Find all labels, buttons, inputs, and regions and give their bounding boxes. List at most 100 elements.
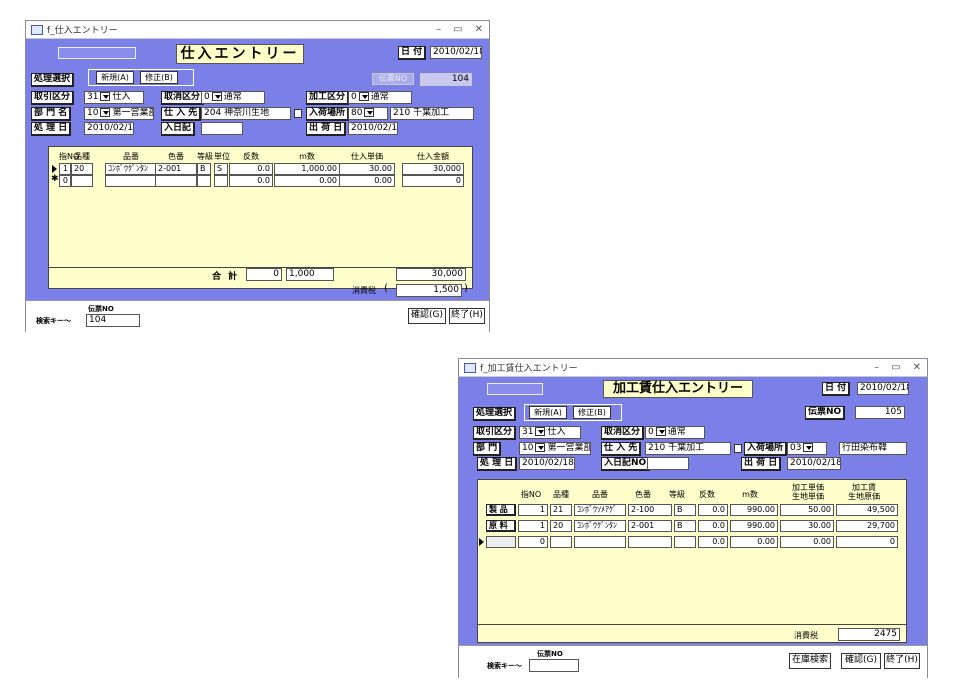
table-cell[interactable] bbox=[674, 536, 696, 548]
new-button[interactable]: 新規(A) bbox=[96, 71, 134, 84]
shiiresaki-field[interactable]: 204 神奈川生地 bbox=[201, 107, 291, 120]
table-cell[interactable]: 2-100 bbox=[628, 504, 672, 516]
table-cell[interactable]: ｺﾝﾎﾞｳｸﾞﾝﾀﾝ bbox=[105, 163, 157, 175]
shori-field[interactable]: 2010/02/18 bbox=[84, 122, 134, 135]
confirm-button[interactable]: 確認(G) bbox=[408, 308, 446, 324]
table-cell[interactable]: 21 bbox=[550, 504, 572, 516]
date-field[interactable]: 2010/02/18 bbox=[430, 46, 482, 59]
table-cell[interactable]: ｺﾝﾎﾞｳｸﾞﾝﾀﾝ bbox=[574, 520, 626, 532]
row-selector-icon[interactable] bbox=[52, 165, 57, 173]
table-cell[interactable]: 0.0 bbox=[229, 163, 273, 175]
table-cell[interactable]: 0.00 bbox=[730, 536, 778, 548]
close-icon[interactable]: ✕ bbox=[475, 24, 483, 35]
table-cell[interactable]: 30,000 bbox=[402, 163, 464, 175]
table-cell[interactable]: 0.0 bbox=[229, 175, 273, 187]
kakou-field[interactable]: 0 通常 bbox=[348, 91, 412, 104]
torihiki-field[interactable]: 31 仕入 bbox=[84, 91, 144, 104]
dropdown-arrow-icon[interactable] bbox=[100, 108, 111, 117]
table-cell[interactable]: 990.00 bbox=[730, 504, 778, 516]
row-selector-icon[interactable] bbox=[479, 538, 484, 546]
table-cell[interactable]: 49,500 bbox=[836, 504, 898, 516]
dropdown-arrow-icon[interactable] bbox=[535, 443, 546, 452]
table-cell[interactable]: 1,000.00 bbox=[274, 163, 340, 175]
new-button[interactable]: 新規(A) bbox=[529, 406, 567, 419]
dropdown-arrow-icon[interactable] bbox=[535, 427, 546, 436]
blank-field bbox=[487, 383, 543, 395]
table-cell[interactable] bbox=[214, 175, 228, 187]
table-cell[interactable] bbox=[105, 175, 157, 187]
kakou-name: 通常 bbox=[370, 92, 389, 102]
table-cell[interactable]: 0.00 bbox=[339, 175, 395, 187]
maximize-icon[interactable]: ▭ bbox=[891, 362, 900, 373]
table-cell[interactable]: 0 bbox=[836, 536, 898, 548]
dropdown-arrow-icon[interactable] bbox=[364, 108, 375, 117]
table-cell[interactable] bbox=[155, 175, 197, 187]
table-cell[interactable]: 1 bbox=[518, 504, 548, 516]
table-cell[interactable]: B bbox=[197, 163, 211, 175]
dropdown-arrow-icon[interactable] bbox=[358, 92, 369, 101]
table-cell[interactable]: 20 bbox=[550, 520, 572, 532]
table-cell[interactable] bbox=[574, 536, 626, 548]
bumon-field[interactable]: 10 第一営業部 bbox=[84, 107, 154, 120]
maximize-icon[interactable]: ▭ bbox=[453, 24, 462, 35]
table-cell[interactable]: 0 bbox=[402, 175, 464, 187]
table-cell[interactable] bbox=[628, 536, 672, 548]
table-cell[interactable]: 50.00 bbox=[780, 504, 834, 516]
lookup-icon[interactable] bbox=[734, 444, 742, 453]
confirm-button[interactable]: 確認(G) bbox=[841, 653, 881, 669]
torikeshi-field[interactable]: 0 通常 bbox=[645, 426, 705, 439]
search-key-field[interactable] bbox=[529, 659, 579, 672]
dropdown-arrow-icon[interactable] bbox=[211, 92, 222, 101]
exit-button[interactable]: 終了(H) bbox=[449, 308, 485, 324]
table-cell[interactable]: 30.00 bbox=[339, 163, 395, 175]
minimize-icon[interactable]: – bbox=[436, 24, 441, 35]
table-cell[interactable]: B bbox=[674, 504, 696, 516]
table-cell[interactable]: 29,700 bbox=[836, 520, 898, 532]
edit-button[interactable]: 修正(B) bbox=[573, 406, 611, 419]
nyuuki-field[interactable] bbox=[201, 122, 243, 135]
table-cell[interactable]: 0.00 bbox=[274, 175, 340, 187]
nyuka-field[interactable]: 03 bbox=[787, 442, 827, 455]
table-cell[interactable]: 0.0 bbox=[698, 520, 728, 532]
search-key-field[interactable]: 104 bbox=[86, 314, 140, 327]
shukka-field[interactable]: 2010/02/18 bbox=[348, 122, 398, 135]
table-cell[interactable] bbox=[550, 536, 572, 548]
table-cell[interactable] bbox=[486, 536, 516, 548]
table-cell[interactable]: 1 bbox=[518, 520, 548, 532]
dropdown-arrow-icon[interactable] bbox=[100, 92, 111, 101]
edit-button[interactable]: 修正(B) bbox=[140, 71, 178, 84]
table-cell[interactable]: 0 bbox=[518, 536, 548, 548]
table-cell[interactable] bbox=[197, 175, 211, 187]
denpyo-no-button[interactable]: 伝票NO bbox=[372, 73, 414, 85]
torikeshi-field[interactable]: 0 通常 bbox=[201, 91, 265, 104]
bumon-field[interactable]: 10 第一営業部 bbox=[519, 442, 591, 455]
table-cell[interactable]: ｺﾝﾎﾞｳｿﾒｱｹﾞ bbox=[574, 504, 626, 516]
shori-field[interactable]: 2010/02/18 bbox=[519, 457, 575, 470]
table-cell[interactable]: 0.0 bbox=[698, 504, 728, 516]
nyuuki-field[interactable] bbox=[647, 457, 689, 470]
exit-button[interactable]: 終了(H) bbox=[884, 653, 920, 669]
dropdown-arrow-icon[interactable] bbox=[655, 427, 666, 436]
lookup-icon[interactable] bbox=[294, 109, 302, 118]
table-cell[interactable]: 0.0 bbox=[698, 536, 728, 548]
table-cell[interactable]: 1 bbox=[59, 163, 71, 175]
table-cell[interactable]: 30.00 bbox=[780, 520, 834, 532]
table-cell[interactable]: 2-001 bbox=[628, 520, 672, 532]
minimize-icon[interactable]: – bbox=[874, 362, 879, 373]
date-field[interactable]: 2010/02/18 bbox=[857, 382, 909, 395]
shukka-field[interactable]: 2010/02/18 bbox=[787, 457, 841, 470]
table-cell[interactable]: 990.00 bbox=[730, 520, 778, 532]
table-cell[interactable]: 20 bbox=[71, 163, 93, 175]
close-icon[interactable]: ✕ bbox=[913, 362, 921, 373]
shiiresaki-field[interactable]: 210 千葉加工 bbox=[645, 442, 731, 455]
table-cell[interactable]: 0 bbox=[59, 175, 71, 187]
torihiki-field[interactable]: 31 仕入 bbox=[519, 426, 581, 439]
nyuka-field[interactable]: 80 bbox=[348, 107, 388, 120]
table-cell[interactable]: S bbox=[214, 163, 228, 175]
dropdown-arrow-icon[interactable] bbox=[803, 443, 814, 452]
table-cell[interactable] bbox=[71, 175, 93, 187]
table-cell[interactable]: B bbox=[674, 520, 696, 532]
stock-search-button[interactable]: 在庫検索 bbox=[789, 653, 831, 669]
table-cell[interactable]: 0.00 bbox=[780, 536, 834, 548]
table-cell[interactable]: 2-001 bbox=[155, 163, 197, 175]
